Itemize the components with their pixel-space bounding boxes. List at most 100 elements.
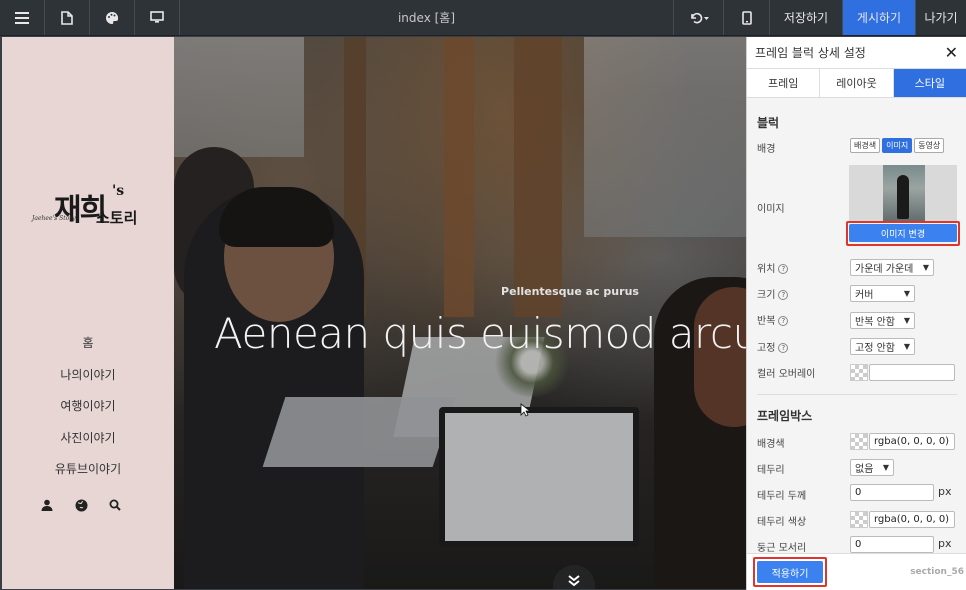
undo-button[interactable] — [673, 0, 723, 35]
border-color-swatch[interactable] — [850, 511, 868, 528]
position-select[interactable]: 가운데 가운데 ▼ — [850, 259, 934, 276]
nav-item-home[interactable]: 홈 — [2, 327, 174, 359]
radius-input[interactable]: 0 — [850, 536, 934, 553]
site-sidebar: 재희 's 스토리 Jaehee's Story 홈 나의이야기 여행이야기 사… — [2, 37, 174, 589]
border-color-input[interactable]: rgba(0, 0, 0, 0) — [869, 511, 955, 528]
caret-down-icon: ▼ — [922, 263, 929, 272]
sidebar-icon-row — [40, 498, 122, 512]
site-nav: 홈 나의이야기 여행이야기 사진이야기 유튜브이야기 — [2, 327, 174, 485]
bg-type-selector: 배경색 이미지 동영상 — [850, 138, 945, 153]
border-width-input[interactable]: 0 — [850, 484, 934, 501]
section-divider — [757, 394, 957, 395]
fixed-label: 고정? — [757, 339, 789, 354]
hero-title: Aenean quis euismod arcu. — [214, 309, 746, 358]
mobile-icon — [741, 10, 752, 25]
position-label-text: 위치 — [757, 264, 776, 275]
globe-icon[interactable] — [74, 498, 88, 512]
repeat-select[interactable]: 반복 안함 ▼ — [850, 312, 915, 329]
image-label: 이미지 — [757, 204, 785, 215]
tab-layout[interactable]: 레이아웃 — [820, 69, 894, 97]
size-select-value: 커버 — [855, 290, 874, 301]
nav-item-youtube[interactable]: 유튜브이야기 — [2, 453, 174, 485]
bg-image-thumbnail — [883, 165, 925, 223]
document-icon — [61, 10, 73, 25]
size-label-text: 크기 — [757, 290, 776, 301]
nav-item-my-story[interactable]: 나의이야기 — [2, 359, 174, 391]
repeat-select-value: 반복 안함 — [855, 317, 895, 328]
mobile-view-button[interactable] — [723, 0, 769, 35]
logo-s-text: 's — [112, 183, 125, 199]
hero-subtitle: Pellentesque ac purus — [501, 285, 639, 298]
monitor-icon — [150, 11, 164, 23]
search-icon[interactable] — [108, 498, 122, 512]
border-color-label: 테두리 색상 — [757, 517, 807, 528]
fixed-label-text: 고정 — [757, 343, 776, 354]
site-logo[interactable]: 재희 's 스토리 Jaehee's Story — [32, 183, 152, 245]
border-select[interactable]: 없음 ▼ — [850, 459, 894, 476]
desktop-view-button[interactable] — [135, 0, 180, 35]
close-icon[interactable]: ✕ — [945, 43, 958, 62]
bg-label: 배경 — [757, 144, 776, 155]
caret-down-icon: ▼ — [903, 342, 910, 351]
logo-story-text: 스토리 — [96, 209, 138, 227]
tab-style[interactable]: 스타일 — [893, 69, 966, 97]
fixed-select-value: 고정 안함 — [855, 343, 895, 354]
publish-button[interactable]: 게시하기 — [842, 0, 915, 35]
fixed-select[interactable]: 고정 안함 ▼ — [850, 338, 915, 355]
size-label: 크기? — [757, 286, 789, 301]
double-chevron-down-icon — [568, 575, 580, 587]
top-toolbar: index [홈] 저장하기 게시하기 나가기 — [0, 0, 966, 36]
tab-frame[interactable]: 프레임 — [747, 69, 821, 97]
hero-section[interactable]: Pellentesque ac purus Aenean quis euismo… — [174, 37, 746, 589]
overlay-color-swatch[interactable] — [850, 364, 868, 381]
panel-body: 블럭 배경 배경색 이미지 동영상 이미지 이미지 변경 위치? 가운데 가운데… — [747, 98, 966, 553]
panel-tabs: 프레임 레이아웃 스타일 — [747, 69, 966, 98]
bg-type-image[interactable]: 이미지 — [882, 138, 913, 153]
logo-signature: Jaehee's Story — [32, 215, 76, 222]
section-id-label: section_56 — [910, 567, 964, 577]
undo-icon — [690, 12, 709, 23]
caret-down-icon: ▼ — [903, 316, 910, 325]
caret-down-icon: ▼ — [882, 463, 889, 472]
position-select-value: 가운데 가운데 — [855, 264, 914, 275]
help-icon[interactable]: ? — [778, 316, 789, 326]
bg-type-video[interactable]: 동영상 — [914, 138, 945, 153]
save-button[interactable]: 저장하기 — [769, 0, 842, 35]
border-select-value: 없음 — [855, 464, 874, 475]
mouse-cursor-icon — [520, 403, 532, 420]
overlay-color-input[interactable] — [869, 364, 955, 381]
highlight-apply — [753, 557, 827, 587]
nav-item-travel[interactable]: 여행이야기 — [2, 390, 174, 422]
repeat-label-text: 반복 — [757, 316, 776, 327]
user-icon[interactable] — [40, 498, 54, 512]
border-width-label: 테두리 두께 — [757, 491, 807, 502]
border-width-unit: px — [938, 485, 952, 498]
menu-button[interactable] — [0, 0, 45, 35]
radius-unit: px — [938, 537, 952, 550]
panel-title: 프레임 블럭 상세 설정 — [755, 46, 866, 60]
highlight-change-image — [846, 221, 960, 246]
framebox-heading: 프레임박스 — [757, 409, 813, 423]
bg-image-preview — [849, 165, 957, 223]
overlay-label: 컬러 오버레이 — [757, 369, 816, 380]
help-icon[interactable]: ? — [778, 290, 789, 300]
panel-header: 프레임 블럭 상세 설정 ✕ — [747, 37, 966, 69]
hamburger-icon — [15, 11, 29, 24]
size-select[interactable]: 커버 ▼ — [850, 285, 915, 302]
nav-item-photo[interactable]: 사진이야기 — [2, 422, 174, 454]
bg-type-color[interactable]: 배경색 — [850, 138, 881, 153]
help-icon[interactable]: ? — [778, 264, 789, 274]
repeat-label: 반복? — [757, 312, 789, 327]
position-label: 위치? — [757, 260, 789, 275]
border-label: 테두리 — [757, 465, 785, 476]
palette-icon — [106, 11, 119, 24]
thumbnail-figure — [897, 175, 909, 219]
help-icon[interactable]: ? — [778, 343, 789, 353]
page-button[interactable] — [45, 0, 90, 35]
caret-down-icon: ▼ — [903, 289, 910, 298]
panel-footer: 적용하기 section_56 — [747, 553, 966, 590]
framebox-bg-input[interactable]: rgba(0, 0, 0, 0) — [869, 433, 955, 450]
framebox-bg-swatch[interactable] — [850, 433, 868, 450]
exit-button[interactable]: 나가기 — [915, 0, 966, 35]
theme-button[interactable] — [90, 0, 135, 35]
